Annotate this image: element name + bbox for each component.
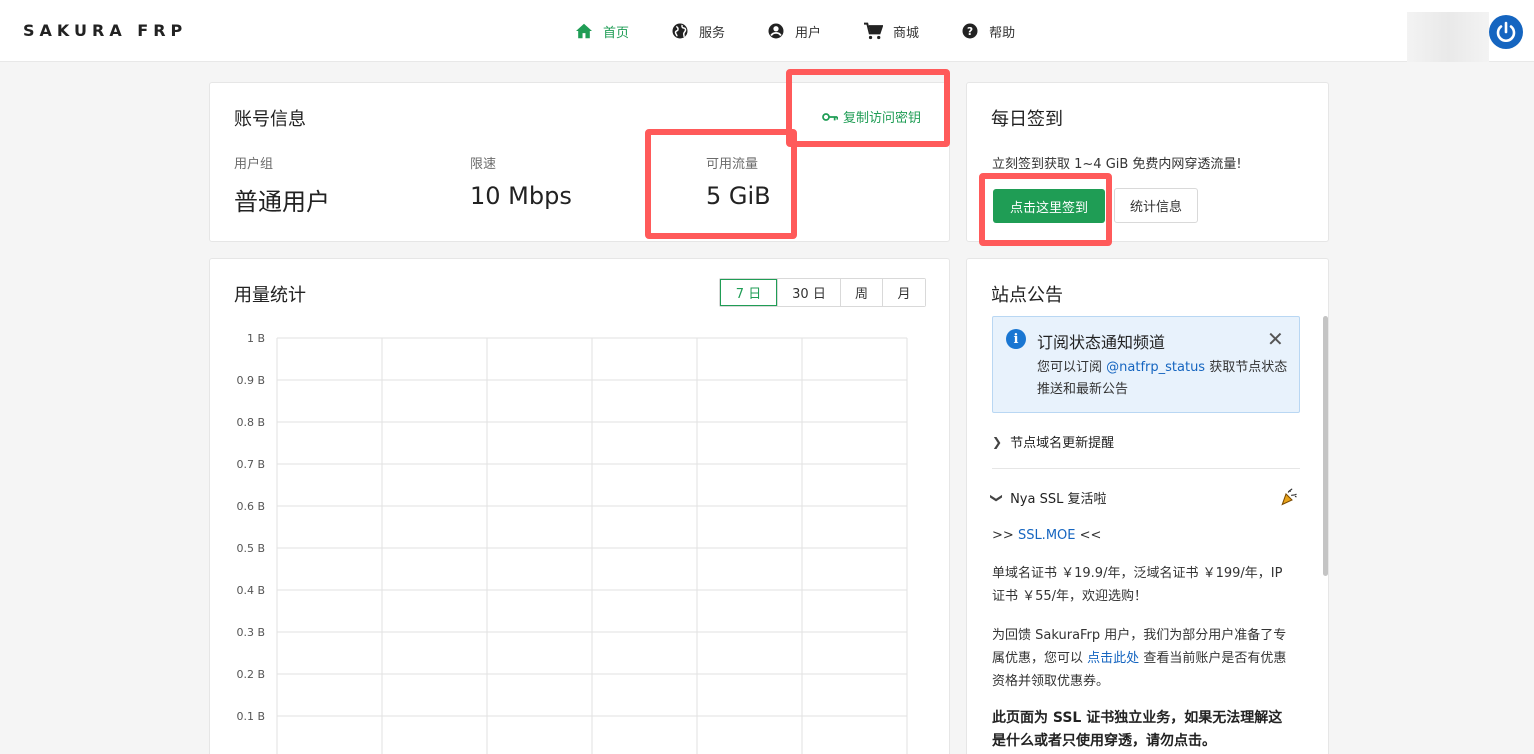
alert-title: 订阅状态通知频道 — [1037, 333, 1166, 352]
user-group-value: 普通用户 — [234, 188, 330, 216]
ssl-warning-text: 此页面为 SSL 证书独立业务，如果无法理解这是什么或者只使用穿透，请勿点击。 — [992, 710, 1283, 749]
ssl-suffix: << — [1079, 528, 1102, 543]
brand-logo[interactable]: SAKURA FRP — [23, 21, 187, 40]
nav-services[interactable]: 服务 — [671, 0, 725, 62]
site-announcement-card: 站点公告 i 订阅状态通知频道 ✕ 您可以订阅 @natfrp_status 获… — [966, 258, 1329, 754]
collapse-nya-ssl[interactable]: ❯ Nya SSL 复活啦 — [990, 488, 1107, 507]
help-circle-icon: ? — [962, 23, 978, 39]
usage-chart: 1 B 0.9 B 0.8 B 0.7 B 0.6 B 0.5 B 0.4 B 0.3 B 0.… — [236, 332, 908, 754]
highlight-copy-key — [786, 69, 950, 147]
collapse-nya-ssl-label: Nya SSL 复活啦 — [1010, 492, 1107, 507]
svg-text:?: ? — [967, 26, 973, 38]
chart-y-tick-label: 0.3 B — [236, 626, 265, 639]
nav-shop[interactable]: 商城 — [863, 0, 919, 62]
chevron-right-icon: ❯ — [992, 434, 1003, 449]
power-icon — [1496, 21, 1516, 42]
speed-limit-value: 10 Mbps — [470, 182, 572, 210]
chart-y-tick-label: 0.8 B — [236, 416, 265, 429]
highlight-checkin — [979, 173, 1112, 246]
ssl-moe-line: >> SSL.MOE << — [992, 524, 1292, 547]
top-navbar: SAKURA FRP 首页 服务 用户 商城 ? 帮助 — [0, 0, 1534, 62]
cart-icon — [864, 22, 884, 40]
checkin-stats-button[interactable]: 统计信息 — [1114, 188, 1198, 223]
chart-y-tick-label: 0.5 B — [236, 542, 265, 555]
main-nav: 首页 服务 用户 商城 ? 帮助 — [575, 0, 1057, 62]
nav-home-label: 首页 — [603, 25, 630, 41]
checkin-description: 立刻签到获取 1~4 GiB 免费内网穿透流量! — [992, 157, 1242, 172]
close-icon[interactable]: ✕ — [1267, 327, 1284, 351]
chart-y-tick-label: 0.9 B — [236, 374, 265, 387]
ssl-prefix: >> — [992, 528, 1014, 543]
account-circle-icon — [768, 23, 784, 39]
globe-icon — [672, 23, 688, 39]
chart-y-tick-label: 0.1 B — [236, 710, 265, 723]
ssl-moe-link[interactable]: SSL.MOE — [1018, 528, 1076, 543]
chevron-down-icon: ❯ — [990, 492, 1005, 503]
account-card-title: 账号信息 — [234, 109, 306, 130]
speed-limit-label: 限速 — [470, 157, 497, 172]
nav-home[interactable]: 首页 — [575, 0, 629, 62]
party-popper-icon — [1281, 488, 1297, 506]
nav-help-label: 帮助 — [989, 25, 1016, 41]
nav-shop-label: 商城 — [893, 25, 920, 41]
alert-body: 您可以订阅 @natfrp_status 获取节点状态推送和最新公告 — [1037, 357, 1295, 401]
nav-user-label: 用户 — [795, 25, 822, 41]
checkin-card-title: 每日签到 — [991, 109, 1063, 130]
subscribe-alert: i 订阅状态通知频道 ✕ 您可以订阅 @natfrp_status 获取节点状态… — [992, 316, 1300, 413]
nav-help[interactable]: ? 帮助 — [961, 0, 1015, 62]
natfrp-status-link[interactable]: @natfrp_status — [1106, 360, 1205, 375]
alert-body-prefix: 您可以订阅 — [1037, 360, 1103, 375]
home-icon — [576, 23, 592, 39]
collapse-domain-update-label: 节点域名更新提醒 — [1010, 436, 1115, 451]
nav-services-label: 服务 — [699, 25, 726, 41]
divider — [992, 468, 1300, 469]
info-icon: i — [1006, 329, 1026, 349]
nav-user[interactable]: 用户 — [767, 0, 821, 62]
ssl-price-text: 单域名证书 ￥19.9/年，泛域名证书 ￥199/年，IP 证书 ￥55/年，欢… — [992, 566, 1283, 604]
notice-card-title: 站点公告 — [991, 285, 1063, 306]
ssl-offer-text: 为回馈 SakuraFrp 用户，我们为部分用户准备了专属优惠，您可以 点击此处… — [992, 624, 1292, 693]
power-button[interactable] — [1489, 15, 1523, 49]
announcement-scrollbar[interactable] — [1323, 316, 1328, 576]
chart-y-tick-label: 0.4 B — [236, 584, 265, 597]
chart-y-tick-label: 0.7 B — [236, 458, 265, 471]
highlight-traffic — [645, 129, 797, 239]
user-avatar[interactable] — [1407, 12, 1489, 62]
collapse-domain-update[interactable]: ❯ 节点域名更新提醒 — [992, 432, 1115, 452]
chart-y-tick-label: 0.6 B — [236, 500, 265, 513]
user-group-label: 用户组 — [234, 157, 274, 172]
chart-y-tick-label: 0.2 B — [236, 668, 265, 681]
chart-y-tick-label: 1 B — [247, 332, 265, 345]
usage-stats-card: 用量统计 7 日 30 日 周 月 1 B 0.9 B 0.8 B 0.7 B 0.6 … — [209, 258, 950, 754]
offer-click-here-link[interactable]: 点击此处 — [1087, 651, 1139, 666]
